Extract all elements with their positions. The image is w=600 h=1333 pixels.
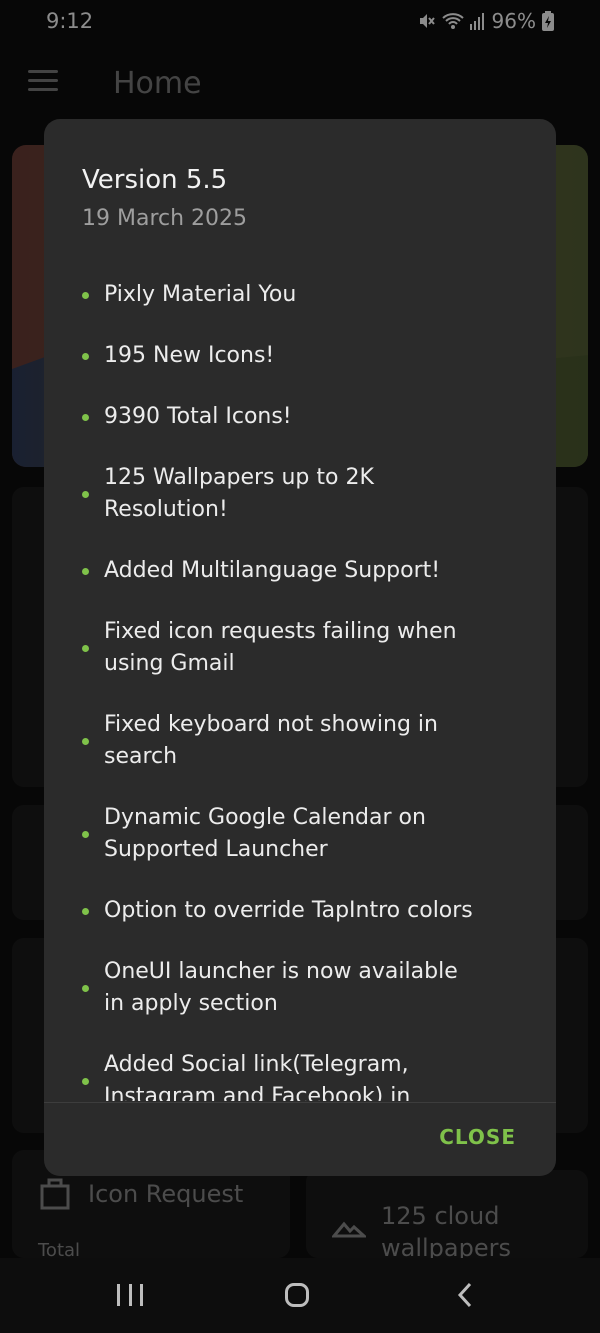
list-item: 125 Wallpapers up to 2K Resolution! [82,462,522,526]
dialog-divider [44,1102,556,1103]
bullet-icon [82,352,89,360]
list-item: Option to override TapIntro colors [82,895,522,927]
bullet-icon [82,907,89,915]
home-icon[interactable] [285,1283,309,1307]
bullet-icon [82,490,89,498]
bullet-icon [82,644,89,652]
list-item: 9390 Total Icons! [82,401,522,433]
bullet-icon [82,567,89,575]
close-button[interactable]: CLOSE [439,1125,516,1149]
bullet-icon [82,291,89,299]
changelog-dialog: Version 5.5 19 March 2025 Pixly Material… [44,119,556,1176]
bullet-icon [82,413,89,421]
bullet-icon [82,737,89,745]
system-nav-bar [0,1258,600,1333]
list-item: OneUI launcher is now available in apply … [82,956,522,1020]
bullet-icon [82,1077,89,1085]
list-item: Pixly Material You [82,279,522,311]
list-item: Fixed keyboard not showing in search [82,709,522,773]
list-item: Added Multilanguage Support! [82,555,522,587]
back-icon[interactable] [456,1282,474,1308]
dialog-date: 19 March 2025 [82,206,248,231]
bullet-icon [82,830,89,838]
bullet-icon [82,984,89,992]
dialog-title: Version 5.5 [82,165,228,195]
list-item: 195 New Icons! [82,340,522,372]
list-item: Dynamic Google Calendar on Supported Laun… [82,802,522,866]
recents-icon[interactable] [117,1284,143,1306]
list-item: Fixed icon requests failing when using Gm… [82,616,522,680]
changelog-list[interactable]: Pixly Material You 195 New Icons! 9390 T… [82,279,522,1101]
list-item: Added Social link(Telegram, Instagram and… [82,1049,522,1101]
